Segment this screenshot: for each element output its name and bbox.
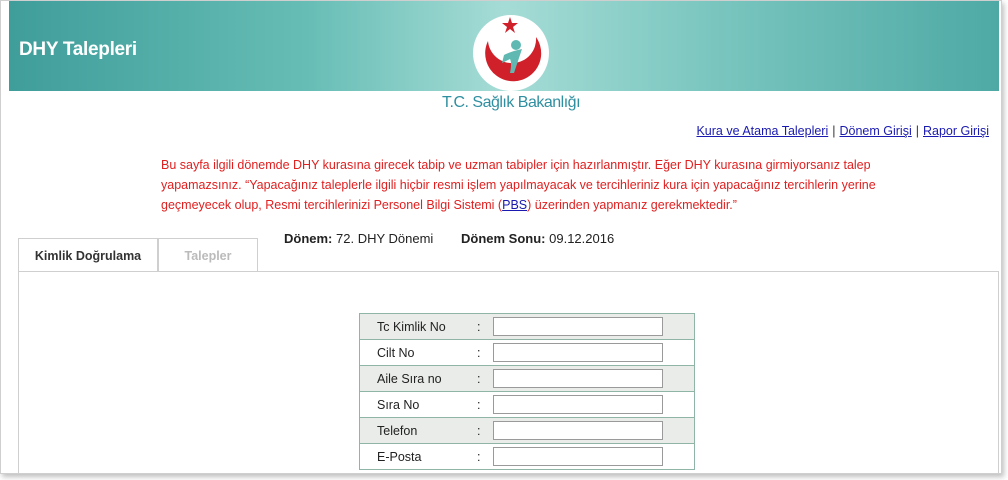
field-label: Tc Kimlik No bbox=[359, 313, 477, 340]
colon: : bbox=[477, 391, 493, 418]
field-label: E-Posta bbox=[359, 443, 477, 470]
cilt-no-input[interactable] bbox=[493, 343, 663, 362]
tab-talepler[interactable]: Talepler bbox=[158, 238, 258, 271]
top-links: Kura ve Atama Talepleri | Dönem Girişi | Rap… bbox=[696, 124, 989, 138]
separator: | bbox=[832, 124, 836, 138]
donem-sonu-info: Dönem Sonu: 09.12.2016 bbox=[461, 231, 614, 246]
form-row: Aile Sıra no : bbox=[359, 365, 695, 392]
colon: : bbox=[477, 365, 493, 392]
donem-value: 72. DHY Dönemi bbox=[336, 231, 434, 246]
donem-sonu-label: Dönem Sonu: bbox=[461, 231, 546, 246]
colon: : bbox=[477, 313, 493, 340]
donem-sonu-value: 09.12.2016 bbox=[549, 231, 615, 246]
pbs-link[interactable]: PBS bbox=[502, 198, 527, 212]
input-cell bbox=[493, 443, 695, 470]
input-cell bbox=[493, 365, 695, 392]
site-title: DHY Talepleri bbox=[19, 39, 137, 60]
donem-label: Dönem: bbox=[284, 231, 333, 246]
browser-frame: DHY Talepleri T.C. Sağlık Bakanlığı Kura… bbox=[0, 0, 1002, 474]
separator: | bbox=[915, 124, 919, 138]
e-posta-input[interactable] bbox=[493, 447, 663, 466]
link-kura-atama[interactable]: Kura ve Atama Talepleri bbox=[696, 124, 828, 138]
field-label: Telefon bbox=[359, 417, 477, 444]
donem-info: Dönem: 72. DHY Dönemi bbox=[284, 231, 433, 246]
colon: : bbox=[477, 443, 493, 470]
form-row: Telefon : bbox=[359, 417, 695, 444]
input-cell bbox=[493, 339, 695, 366]
field-label: Sıra No bbox=[359, 391, 477, 418]
identity-form: Tc Kimlik No : Cilt No : Aile Sıra no : … bbox=[359, 313, 695, 470]
tab-kimlik-dogrulama[interactable]: Kimlik Doğrulama bbox=[18, 238, 158, 272]
form-row: Cilt No : bbox=[359, 339, 695, 366]
form-row: Sıra No : bbox=[359, 391, 695, 418]
aile-sira-no-input[interactable] bbox=[493, 369, 663, 388]
input-cell bbox=[493, 313, 695, 340]
ministry-name: T.C. Sağlık Bakanlığı bbox=[442, 94, 581, 111]
form-row: E-Posta : bbox=[359, 443, 695, 470]
telefon-input[interactable] bbox=[493, 421, 663, 440]
link-donem-girisi[interactable]: Dönem Girişi bbox=[840, 124, 912, 138]
link-rapor-girisi[interactable]: Rapor Girişi bbox=[923, 124, 989, 138]
field-label: Cilt No bbox=[359, 339, 477, 366]
input-cell bbox=[493, 391, 695, 418]
tc-kimlik-no-input[interactable] bbox=[493, 317, 663, 336]
colon: : bbox=[477, 417, 493, 444]
sira-no-input[interactable] bbox=[493, 395, 663, 414]
notice-text: Bu sayfa ilgili dönemde DHY kurasına gir… bbox=[161, 155, 881, 215]
form-row: Tc Kimlik No : bbox=[359, 313, 695, 340]
input-cell bbox=[493, 417, 695, 444]
field-label: Aile Sıra no bbox=[359, 365, 477, 392]
notice-part: ) üzerinden yapmanız gerekmektedir.” bbox=[527, 198, 737, 212]
colon: : bbox=[477, 339, 493, 366]
